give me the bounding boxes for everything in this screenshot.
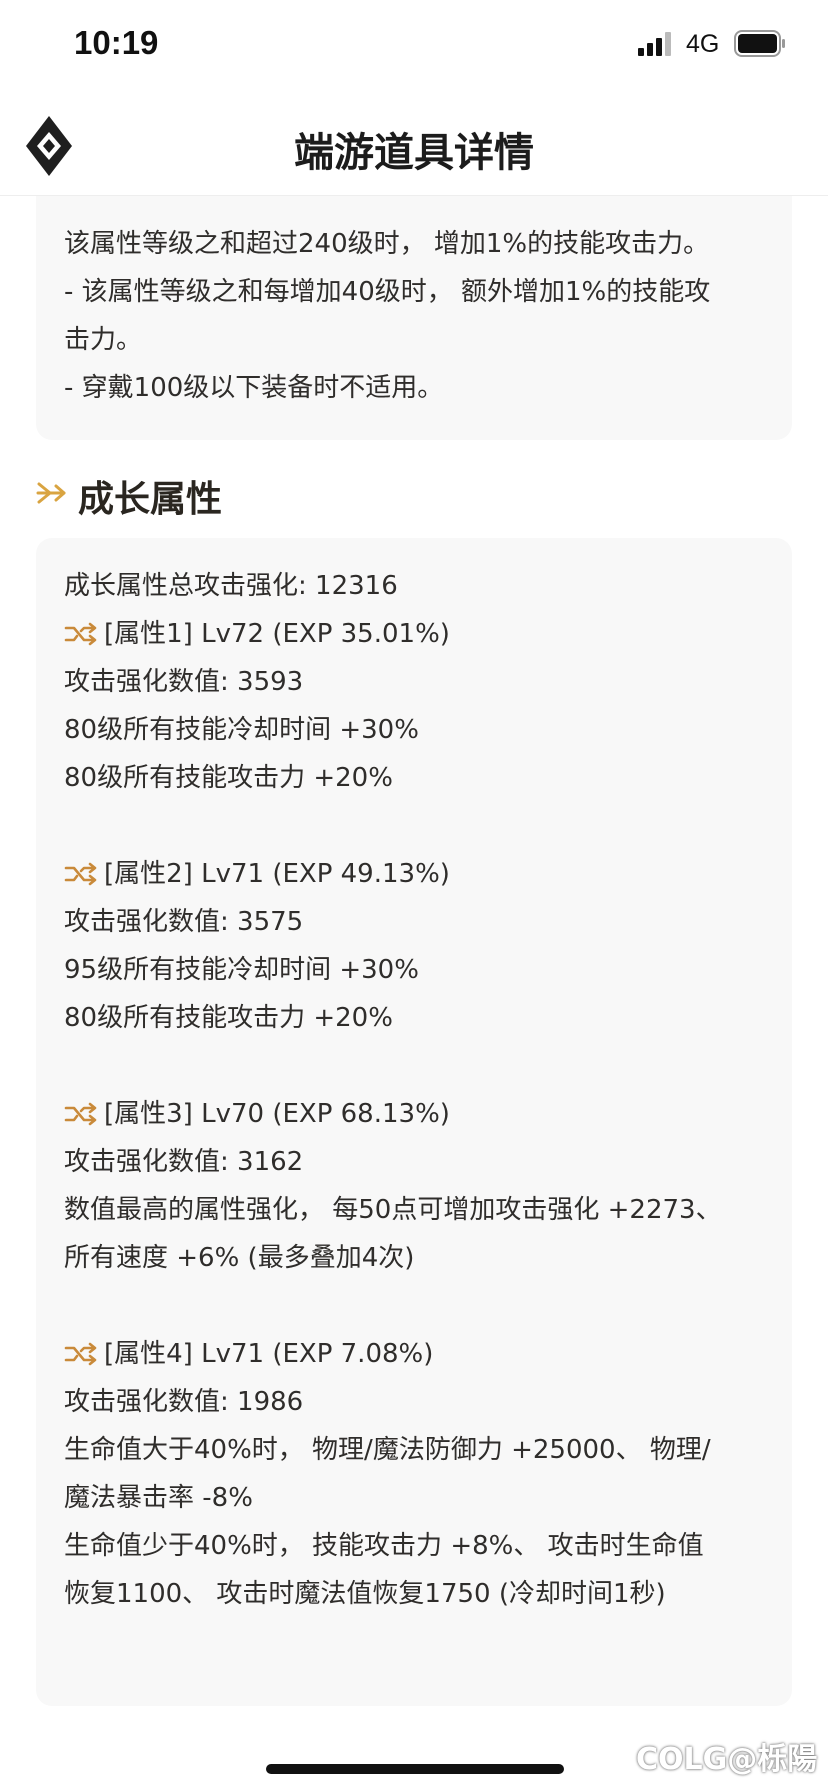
- status-time: 10:19: [74, 24, 159, 61]
- attribute-heading: [属性1] Lv72 (EXP 35.01%): [64, 610, 450, 658]
- shuffle-icon: [64, 622, 97, 646]
- status-bar: 10:19 4G: [0, 0, 828, 96]
- attribute-heading: [属性3] Lv70 (EXP 68.13%): [64, 1090, 450, 1138]
- attribute-line: 生命值少于40%时， 技能攻击力 +8%、 攻击时生命值: [64, 1531, 704, 1561]
- attribute-heading: [属性2] Lv71 (EXP 49.13%): [64, 850, 450, 898]
- watermark: COLG@栎陽: [636, 1742, 818, 1777]
- section-title: 成长属性: [78, 479, 223, 520]
- arrow-right-icon: [36, 482, 66, 504]
- attribute-heading-text: [属性4] Lv71 (EXP 7.08%): [104, 1339, 434, 1369]
- attribute-line: 攻击强化数值: 3575: [64, 907, 304, 937]
- attribute-line: 恢复1100、 攻击时魔法值恢复1750 (冷却时间1秒): [64, 1579, 666, 1609]
- attribute-line: 魔法暴击率 -8%: [64, 1483, 253, 1513]
- shuffle-icon: [64, 1102, 97, 1126]
- network-type: 4G: [686, 30, 720, 58]
- attribute-line: 所有速度 +6% (最多叠加4次): [64, 1243, 415, 1273]
- attribute-line: 80级所有技能攻击力 +20%: [64, 1003, 393, 1033]
- attribute-heading-text: [属性3] Lv70 (EXP 68.13%): [104, 1099, 450, 1129]
- page-title: 端游道具详情: [294, 130, 534, 176]
- attribute-line: 95级所有技能冷却时间 +30%: [64, 955, 419, 985]
- shuffle-icon: [64, 1342, 97, 1366]
- description-line: - 该属性等级之和每增加40级时， 额外增加1%的技能攻: [64, 277, 711, 307]
- attribute-heading: [属性4] Lv71 (EXP 7.08%): [64, 1330, 433, 1378]
- attribute-line: 生命值大于40%时， 物理/魔法防御力 +25000、 物理/: [64, 1435, 711, 1465]
- attribute-line: 攻击强化数值: 3593: [64, 667, 304, 697]
- attribute-heading-text: [属性2] Lv71 (EXP 49.13%): [104, 859, 450, 889]
- attribute-line: 80级所有技能冷却时间 +30%: [64, 715, 419, 745]
- description-line: - 穿戴100级以下装备时不适用。: [64, 373, 444, 403]
- battery-icon: [734, 30, 785, 57]
- shuffle-icon: [64, 862, 97, 886]
- growth-total: 成长属性总攻击强化: 12316: [64, 571, 398, 601]
- home-indicator[interactable]: [266, 1764, 564, 1774]
- nav-bar: 端游道具详情: [0, 96, 828, 196]
- description-card: 该属性等级之和超过240级时， 增加1%的技能攻击力。 - 该属性等级之和每增加…: [36, 196, 792, 440]
- attribute-line: 数值最高的属性强化， 每50点可增加攻击强化 +2273、: [64, 1195, 722, 1225]
- attribute-line: 攻击强化数值: 3162: [64, 1147, 304, 1177]
- attribute-heading-text: [属性1] Lv72 (EXP 35.01%): [104, 619, 450, 649]
- attribute-line: 80级所有技能攻击力 +20%: [64, 763, 393, 793]
- attribute-line: 攻击强化数值: 1986: [64, 1387, 304, 1417]
- description-line: 该属性等级之和超过240级时， 增加1%的技能攻击力。: [64, 229, 710, 259]
- cellular-signal-icon: [638, 32, 671, 56]
- description-line: 击力。: [64, 325, 143, 355]
- growth-attributes-card: 成长属性总攻击强化: 12316 [属性1] Lv72 (EXP 35.01%)…: [36, 538, 792, 1706]
